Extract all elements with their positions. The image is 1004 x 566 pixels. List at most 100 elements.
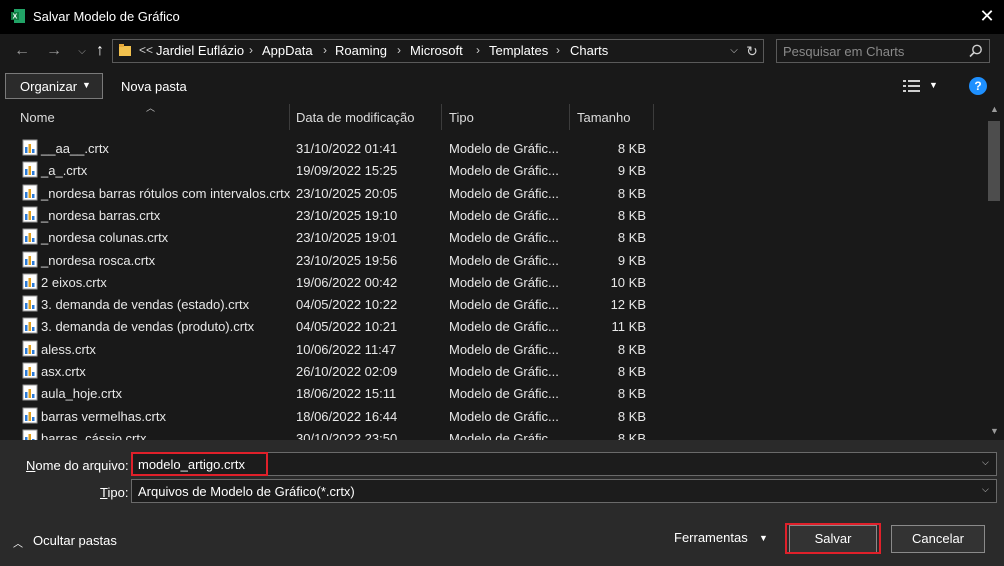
chevron-right-icon[interactable]: ›: [556, 43, 560, 57]
column-header-type[interactable]: Tipo: [449, 110, 474, 125]
arrow-up-icon[interactable]: ↑: [90, 42, 110, 60]
file-date: 23/10/2025 19:56: [296, 252, 398, 268]
close-icon[interactable]: ✕: [976, 5, 998, 27]
table-row[interactable]: _nordesa barras.crtx 23/10/2025 19:10 Mode…: [16, 204, 656, 226]
chevron-right-icon[interactable]: ›: [476, 43, 480, 57]
chevron-right-icon[interactable]: ›: [397, 43, 401, 57]
file-date: 18/06/2022 16:44: [296, 408, 398, 424]
scroll-up-icon[interactable]: ▲: [990, 104, 999, 114]
file-type: Modelo de Gráfic...: [449, 163, 559, 179]
chart-template-file-icon: [22, 161, 38, 178]
column-divider[interactable]: [289, 104, 290, 130]
file-size: 8 KB: [617, 230, 646, 246]
table-row[interactable]: _a_.crtx 19/09/2022 15:25 Modelo de Gráfic…: [16, 159, 656, 181]
table-row[interactable]: _nordesa barras rótulos com intervalos.c…: [16, 182, 656, 204]
file-name: 3. demanda de vendas (estado).crtx: [41, 297, 250, 313]
view-details-icon[interactable]: [903, 79, 921, 93]
file-type: Modelo de Gráfic...: [449, 185, 559, 201]
new-folder-button[interactable]: Nova pasta: [121, 79, 187, 94]
file-type: Modelo de Gráfic...: [449, 141, 559, 156]
chart-template-file-icon: [22, 184, 38, 201]
help-icon[interactable]: ?: [969, 77, 987, 95]
file-type: Modelo de Gráfic...: [449, 274, 559, 290]
hide-folders-button[interactable]: Ocultar pastas: [33, 533, 117, 548]
chevron-up-icon[interactable]: ︿: [13, 535, 23, 550]
arrow-left-icon[interactable]: ←: [12, 42, 32, 60]
search-input[interactable]: [783, 43, 963, 59]
refresh-icon[interactable]: ↻: [744, 41, 760, 61]
view-options-caret-icon[interactable]: ▼: [929, 80, 938, 90]
arrow-right-icon[interactable]: →: [44, 42, 64, 60]
table-row[interactable]: aless.crtx 10/06/2022 11:47 Modelo de Gráf…: [16, 338, 656, 360]
file-size: 9 KB: [617, 252, 646, 268]
scroll-down-icon[interactable]: ▼: [990, 426, 999, 436]
table-row[interactable]: _nordesa colunas.crtx 23/10/2025 19:01 Mod…: [16, 226, 656, 248]
column-header-date[interactable]: Data de modificação: [296, 110, 415, 125]
search-box[interactable]: [776, 39, 990, 63]
filename-label: Nome do arquivo:: [26, 458, 129, 473]
address-dropdown-icon[interactable]: ⌵: [727, 41, 741, 61]
organize-label: Organizar: [20, 79, 78, 94]
caret-down-icon[interactable]: ▼: [759, 533, 768, 543]
file-size: 8 KB: [617, 341, 646, 357]
sort-up-icon: ︿: [146, 103, 156, 113]
file-name: barras vermelhas.crtx: [41, 408, 166, 424]
breadcrumb-item[interactable]: Jardiel Euflázio: [156, 43, 244, 58]
table-row[interactable]: asx.crtx 26/10/2022 02:09 Modelo de Gráfic…: [16, 360, 656, 382]
organize-button[interactable]: Organizar ▼: [5, 73, 103, 99]
file-date: 19/06/2022 00:42: [296, 274, 398, 290]
cancel-button[interactable]: Cancelar: [891, 525, 985, 553]
table-row[interactable]: __aa__.crtx 31/10/2022 01:41 Modelo de Grá…: [16, 137, 656, 159]
chevron-down-icon[interactable]: ⌵: [982, 484, 989, 495]
column-header-size[interactable]: Tamanho: [577, 110, 630, 125]
file-name: aless.crtx: [41, 341, 96, 357]
file-type: Modelo de Gráfic...: [449, 252, 559, 268]
breadcrumb-item[interactable]: AppData: [262, 43, 313, 58]
chevron-down-icon[interactable]: ⌵: [72, 43, 92, 61]
breadcrumb-item[interactable]: Templates: [489, 43, 548, 58]
chart-template-file-icon: [22, 429, 38, 440]
table-row[interactable]: barras vermelhas.crtx 18/06/2022 16:44 Mod…: [16, 405, 656, 427]
file-type: Modelo de Gráfic...: [449, 341, 559, 357]
column-divider[interactable]: [569, 104, 570, 130]
file-size: 8 KB: [617, 386, 646, 402]
search-icon[interactable]: [968, 43, 984, 59]
table-row[interactable]: 3. demanda de vendas (estado).crtx 04/05/…: [16, 293, 656, 315]
column-divider[interactable]: [653, 104, 654, 130]
file-size: 12 KB: [610, 297, 646, 313]
file-type: Modelo de Gráfic...: [449, 408, 559, 424]
table-row[interactable]: 2 eixos.crtx 19/06/2022 00:42 Modelo de Gr…: [16, 271, 656, 293]
file-date: 26/10/2022 02:09: [296, 364, 398, 379]
file-name: aula_hoje.crtx: [41, 386, 122, 402]
chevron-down-icon[interactable]: ⌵: [982, 457, 989, 468]
window-title: Salvar Modelo de Gráfico: [33, 9, 180, 24]
tools-button[interactable]: Ferramentas: [674, 530, 748, 545]
chevron-right-icon[interactable]: ›: [249, 43, 253, 57]
svg-text:X: X: [13, 14, 18, 21]
file-type: Modelo de Gráfic...: [449, 386, 559, 402]
scrollbar-thumb[interactable]: [988, 121, 1000, 201]
file-size: 8 KB: [617, 364, 646, 379]
table-row[interactable]: barras_cássio.crtx 30/10/2022 23:50 Modelo…: [16, 427, 656, 440]
chart-template-file-icon: [22, 273, 38, 290]
chart-template-file-icon: [22, 407, 38, 424]
type-select-value[interactable]: Arquivos de Modelo de Gráfico(*.crtx): [138, 484, 355, 499]
column-divider[interactable]: [441, 104, 442, 130]
file-size: 9 KB: [617, 163, 646, 179]
filename-highlight: [131, 452, 268, 476]
table-row[interactable]: 3. demanda de vendas (produto).crtx 04/05…: [16, 315, 656, 337]
breadcrumb-overflow[interactable]: <<: [139, 43, 153, 57]
file-size: 8 KB: [617, 185, 646, 201]
column-header-name[interactable]: Nome: [20, 110, 55, 125]
title-bar: X Salvar Modelo de Gráfico ✕: [0, 0, 1004, 34]
excel-icon: X: [11, 9, 25, 23]
chart-template-file-icon: [22, 340, 38, 357]
breadcrumb-item[interactable]: Charts: [570, 43, 608, 58]
table-row[interactable]: aula_hoje.crtx 18/06/2022 15:11 Modelo de …: [16, 382, 656, 404]
breadcrumb-item[interactable]: Microsoft: [410, 43, 463, 58]
chevron-right-icon[interactable]: ›: [323, 43, 327, 57]
breadcrumb-item[interactable]: Roaming: [335, 43, 387, 58]
file-date: 23/10/2025 19:10: [296, 207, 398, 223]
table-row[interactable]: _nordesa rosca.crtx 23/10/2025 19:56 Model…: [16, 249, 656, 271]
file-date: 10/06/2022 11:47: [296, 341, 397, 357]
